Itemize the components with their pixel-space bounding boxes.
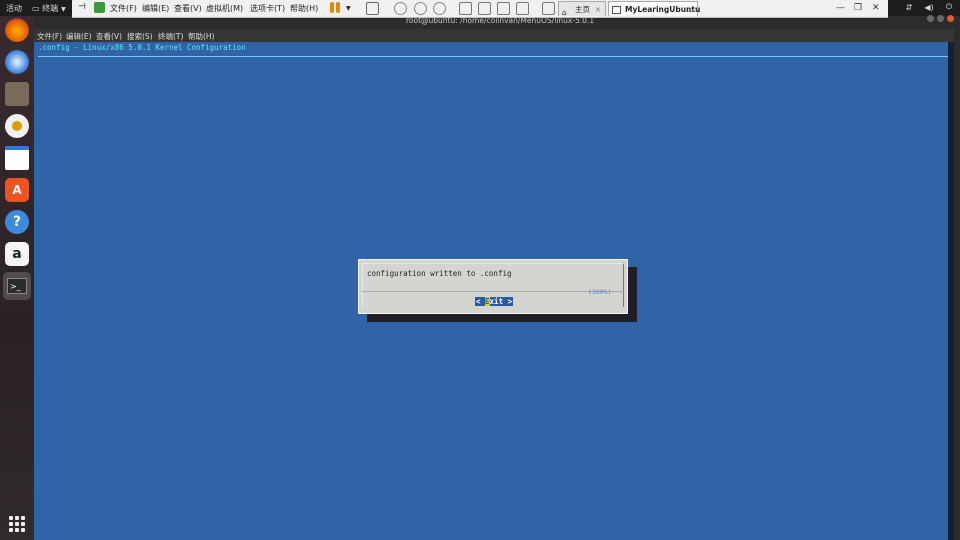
snapshot-manager-icon[interactable] <box>433 2 446 15</box>
speaker-icon <box>12 121 22 131</box>
files-icon[interactable] <box>5 82 29 106</box>
thumbnail-icon[interactable] <box>542 2 555 15</box>
close-icon[interactable]: × <box>595 2 601 17</box>
header-divider <box>38 56 948 57</box>
restore-icon[interactable]: ❐ <box>854 3 862 13</box>
tab-vm[interactable]: MyLearingUbuntu × <box>608 1 700 17</box>
terminal-window: 文件(F) 编辑(E) 查看(V) 搜索(S) 终端(T) 帮助(H) .con… <box>34 29 954 540</box>
console-view-icon[interactable] <box>478 2 491 15</box>
maximize-dot[interactable] <box>937 15 944 22</box>
amazon-icon[interactable]: a <box>5 242 29 266</box>
menu-vm[interactable]: 虚拟机(M) <box>206 3 243 14</box>
terminal-menubar: 文件(F) 编辑(E) 查看(V) 搜索(S) 终端(T) 帮助(H) <box>34 29 954 42</box>
pause-icon[interactable] <box>330 2 334 13</box>
dialog-message: configuration written to .config <box>367 269 512 278</box>
scroll-percentage: (100%) <box>588 288 612 296</box>
ubuntu-dock: A ? a >_ <box>0 16 34 540</box>
vm-power-icon[interactable] <box>94 2 105 13</box>
chevron-down-icon[interactable]: ▼ <box>346 5 351 12</box>
term-menu-edit[interactable]: 编辑(E) <box>66 31 92 42</box>
menuconfig-header: .config - Linux/x86 5.0.1 Kernel Configu… <box>38 43 246 52</box>
minimize-dot[interactable] <box>927 15 934 22</box>
rhythmbox-icon[interactable] <box>5 114 29 138</box>
menu-view[interactable]: 查看(V) <box>174 3 202 14</box>
fullscreen-icon[interactable] <box>497 2 510 15</box>
network-icon[interactable]: ⇵ <box>904 2 914 12</box>
menu-edit[interactable]: 编辑(E) <box>142 3 169 14</box>
revert-snapshot-icon[interactable] <box>414 2 427 15</box>
exit-button[interactable]: < Exit > <box>475 297 514 306</box>
terminal-title-bar: root@ubuntu: /home/colinvan/MenuOS/linux… <box>380 16 960 29</box>
term-menu-terminal[interactable]: 终端(T) <box>158 31 183 42</box>
menu-help[interactable]: 帮助(H) <box>290 3 318 14</box>
show-applications-icon[interactable] <box>9 516 25 532</box>
exit-button-prefix: < <box>476 297 486 306</box>
home-icon: ⌂ <box>562 8 567 17</box>
menu-file[interactable]: 文件(F) <box>110 3 137 14</box>
term-menu-view[interactable]: 查看(V) <box>96 31 122 42</box>
term-menu-help[interactable]: 帮助(H) <box>188 31 215 42</box>
close-icon[interactable]: × <box>687 2 693 17</box>
menu-tabs[interactable]: 选项卡(T) <box>250 3 285 14</box>
save-confirmation-dialog: configuration written to .config (100%) … <box>358 259 628 314</box>
send-keys-icon[interactable] <box>366 2 379 15</box>
app-menu-label: 终端 <box>42 4 59 13</box>
window-controls <box>927 15 954 22</box>
library-icon[interactable] <box>459 2 472 15</box>
vmware-toolbar: ⊣ 文件(F) 编辑(E) 查看(V) 虚拟机(M) 选项卡(T) 帮助(H) … <box>72 0 888 18</box>
thunderbird-icon[interactable] <box>5 50 29 74</box>
minimize-icon[interactable]: — <box>836 3 845 13</box>
tab-home-label: 主页 <box>575 5 590 14</box>
terminal-edge <box>948 42 954 540</box>
activities-button[interactable]: 活动 <box>6 3 22 14</box>
snapshot-icon[interactable] <box>394 2 407 15</box>
dialog-separator <box>362 291 624 292</box>
chevron-down-icon: ▼ <box>61 6 66 13</box>
exit-button-label: xit > <box>489 297 513 306</box>
system-tray[interactable]: ⇵ ◀) ⏻ <box>904 2 954 12</box>
vm-icon <box>612 6 621 14</box>
terminal-dock-item[interactable]: >_ <box>3 272 31 300</box>
menuconfig-screen[interactable]: .config - Linux/x86 5.0.1 Kernel Configu… <box>34 42 954 540</box>
help-icon[interactable]: ? <box>5 210 29 234</box>
unity-icon[interactable] <box>516 2 529 15</box>
terminal-icon: >_ <box>7 278 27 294</box>
software-center-icon[interactable]: A <box>5 178 29 202</box>
pause-icon-bar <box>336 2 340 13</box>
app-menu[interactable]: ▭ 终端 ▼ <box>32 3 66 14</box>
volume-icon[interactable]: ◀) <box>924 2 934 12</box>
close-dot[interactable] <box>947 15 954 22</box>
firefox-icon[interactable] <box>5 18 29 42</box>
close-icon[interactable]: ✕ <box>872 3 880 13</box>
libreoffice-writer-icon[interactable] <box>5 146 29 170</box>
term-menu-file[interactable]: 文件(F) <box>37 31 62 42</box>
tab-home[interactable]: ⌂ 主页 × <box>558 1 606 17</box>
term-menu-search[interactable]: 搜索(S) <box>127 31 153 42</box>
pin-icon[interactable]: ⊣ <box>78 2 86 12</box>
terminal-app-icon: ▭ <box>32 4 40 13</box>
power-icon[interactable]: ⏻ <box>944 2 954 12</box>
